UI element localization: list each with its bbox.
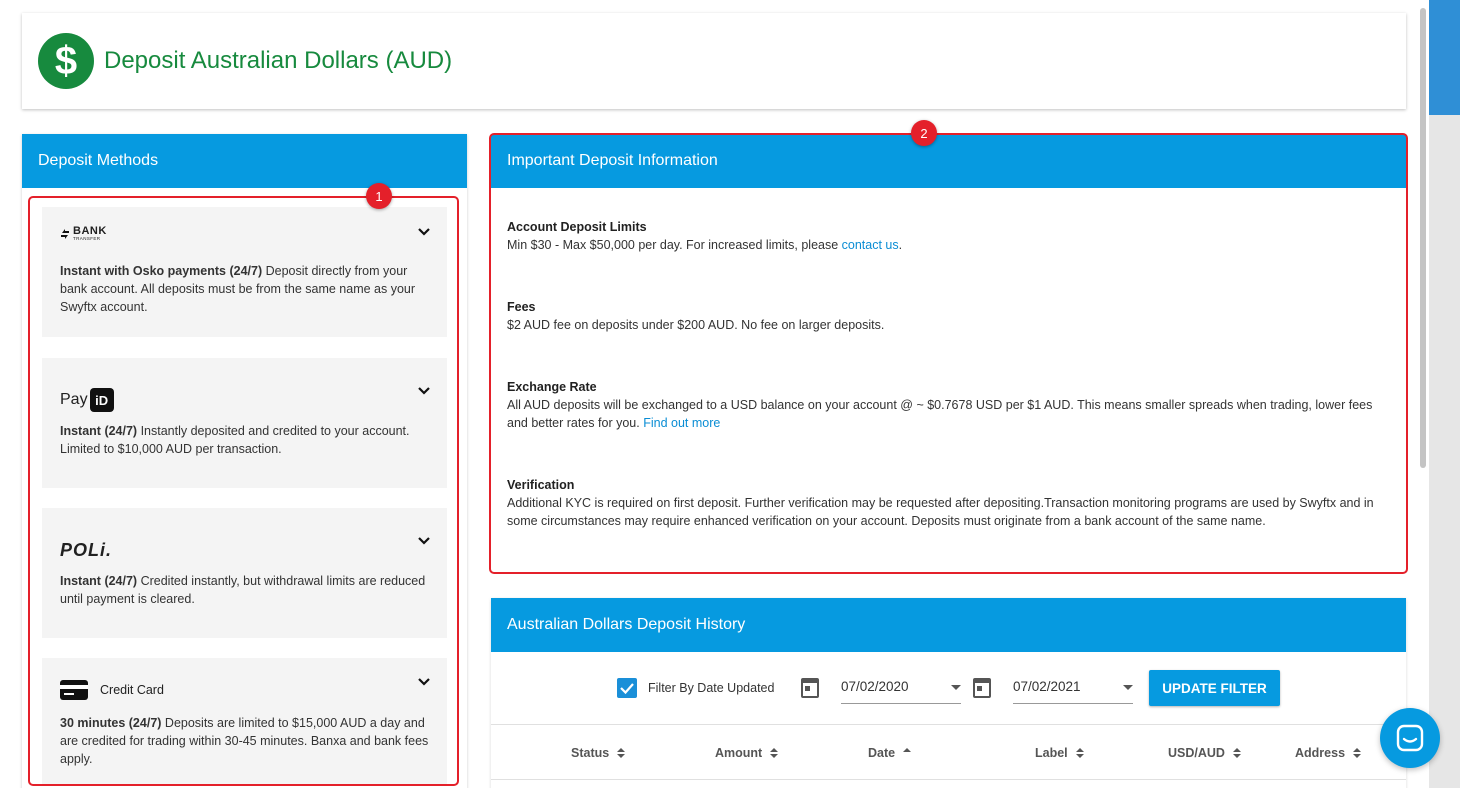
sort-icon [1232,748,1241,758]
column-header-status[interactable]: Status [571,746,626,760]
date-to-field[interactable]: 07/02/2021 [1013,674,1133,704]
page-header: $ Deposit Australian Dollars (AUD) [22,13,1406,109]
dropdown-caret-icon [1123,685,1133,690]
annotation-badge-1: 1 [366,183,392,209]
sort-icon [1353,748,1362,758]
dropdown-caret-icon [951,685,961,690]
column-header-address[interactable]: Address [1295,746,1362,760]
chat-icon [1396,724,1424,752]
side-strip [1429,0,1460,788]
filter-row: Filter By Date Updated 07/02/2020 07/02/… [491,670,1406,706]
sort-icon [617,748,626,758]
calendar-icon[interactable] [801,678,819,698]
date-from-field[interactable]: 07/02/2020 [841,674,961,704]
sort-ascending-icon [903,748,912,752]
scrollbar-thumb[interactable] [1420,8,1426,468]
sort-icon [1075,748,1084,758]
column-header-amount[interactable]: Amount [715,746,779,760]
deposit-history-panel: Australian Dollars Deposit History Filte… [491,598,1406,788]
checkmark-icon [620,683,634,695]
side-strip-accent [1429,0,1460,115]
chat-launcher-button[interactable] [1380,708,1440,768]
calendar-icon[interactable] [973,678,991,698]
annotation-badge-2: 2 [911,120,937,146]
table-divider [491,779,1406,780]
column-header-date[interactable]: Date [868,746,912,760]
annotation-box-1 [28,196,459,786]
filter-label: Filter By Date Updated [648,681,775,695]
dollar-icon: $ [38,33,94,89]
deposit-methods-heading: Deposit Methods [22,134,467,188]
deposit-history-heading: Australian Dollars Deposit History [491,598,1406,652]
column-header-usd-aud[interactable]: USD/AUD [1168,746,1241,760]
page-title: Deposit Australian Dollars (AUD) [104,47,453,74]
sort-icon [770,748,779,758]
filter-checkbox[interactable] [617,678,637,698]
update-filter-button[interactable]: UPDATE FILTER [1149,670,1280,706]
column-header-label[interactable]: Label [1035,746,1084,760]
table-divider [491,724,1406,725]
annotation-box-2 [489,133,1408,574]
